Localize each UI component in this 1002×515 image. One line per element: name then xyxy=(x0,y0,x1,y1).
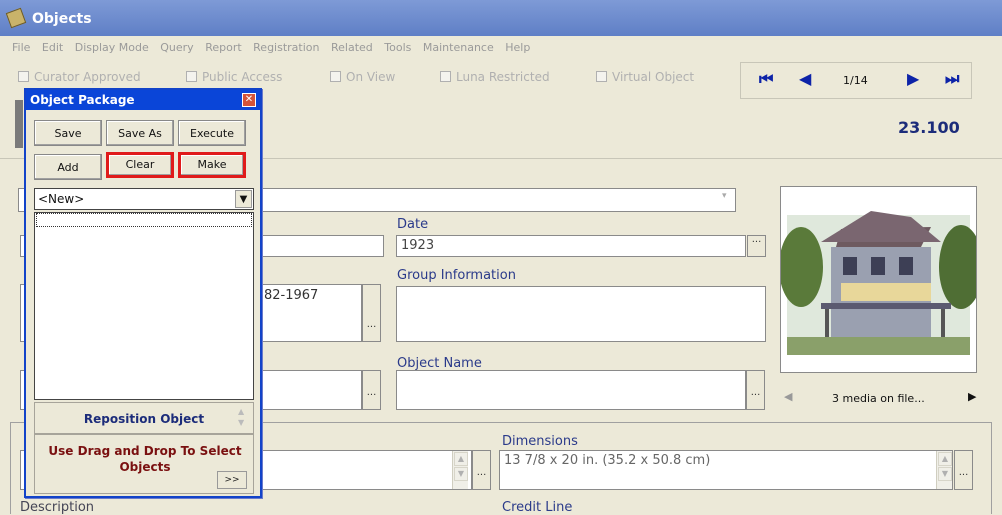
checkbox-label: Luna Restricted xyxy=(456,70,550,84)
object-number: 23.100 xyxy=(898,118,960,137)
record-counter: 1/14 xyxy=(843,74,868,87)
reposition-object-label: Reposition Object xyxy=(34,402,254,434)
menu-report[interactable]: Report xyxy=(205,41,241,54)
menu-display-mode[interactable]: Display Mode xyxy=(75,41,149,54)
group-info-label: Group Information xyxy=(397,268,516,283)
expand-button[interactable]: >> xyxy=(217,471,247,489)
chevron-down-icon[interactable]: ▼ xyxy=(235,190,252,208)
checkbox-label: Virtual Object xyxy=(612,70,695,84)
checkbox-luna-restricted[interactable]: Luna Restricted xyxy=(440,68,550,86)
first-record-icon[interactable]: ⏮ xyxy=(759,69,773,89)
type-more-button[interactable]: ... xyxy=(362,370,381,410)
menu-tools[interactable]: Tools xyxy=(384,41,411,54)
record-navigator: ⏮ ◀ 1/14 ▶ ⏭ xyxy=(740,62,972,99)
checkbox-label: Public Access xyxy=(202,70,283,84)
checkbox-box xyxy=(440,71,451,82)
dimensions-scrollbar[interactable]: ▲ ▼ xyxy=(936,451,952,489)
close-icon[interactable]: ✕ xyxy=(242,93,256,107)
make-button[interactable]: Make xyxy=(178,152,246,178)
date-label: Date xyxy=(397,217,429,232)
checkbox-public-access[interactable]: Public Access xyxy=(186,68,282,86)
checkbox-box xyxy=(186,71,197,82)
side-marker xyxy=(15,100,23,148)
date-more-button[interactable]: ... xyxy=(747,234,766,257)
menu-maintenance[interactable]: Maintenance xyxy=(423,41,494,54)
prev-record-icon[interactable]: ◀ xyxy=(799,69,811,88)
window-title: Objects xyxy=(0,0,1002,36)
medium-scrollbar[interactable]: ▲ ▼ xyxy=(452,451,468,489)
credit-line-label: Credit Line xyxy=(502,500,573,515)
medium-more-button[interactable]: ... xyxy=(472,450,491,490)
execute-button[interactable]: Execute xyxy=(178,120,246,146)
house-painting xyxy=(779,187,983,372)
menu-bar: File Edit Display Mode Query Report Regi… xyxy=(0,36,1002,59)
package-object-list[interactable] xyxy=(34,212,254,400)
media-nav: ◀ 3 media on file... ▶ xyxy=(780,390,980,408)
title-dropdown-icon[interactable]: ▾ xyxy=(722,191,734,209)
checkbox-box xyxy=(596,71,607,82)
constituent-more-button[interactable]: ... xyxy=(362,284,381,342)
dialog-title: Object Package xyxy=(26,90,260,110)
media-count: 3 media on file... xyxy=(832,392,925,405)
prev-media-icon[interactable]: ◀ xyxy=(784,390,792,403)
dropdown-value: <New> xyxy=(38,192,85,206)
checkbox-label: On View xyxy=(346,70,396,84)
drag-drop-panel: Use Drag and Drop To Select Objects >> xyxy=(34,434,254,494)
reposition-spinner[interactable]: ▲ ▼ xyxy=(238,406,252,430)
menu-help[interactable]: Help xyxy=(505,41,530,54)
object-image[interactable] xyxy=(779,186,983,373)
save-as-button[interactable]: Save As xyxy=(106,120,174,146)
constituent-value: 82-1967 xyxy=(264,288,319,303)
group-info-field[interactable] xyxy=(396,286,766,342)
next-record-icon[interactable]: ▶ xyxy=(907,69,919,88)
object-name-field[interactable] xyxy=(396,370,746,410)
menu-edit[interactable]: Edit xyxy=(42,41,63,54)
menu-registration[interactable]: Registration xyxy=(253,41,319,54)
dimensions-more-button[interactable]: ... xyxy=(954,450,973,490)
menu-file[interactable]: File xyxy=(12,41,30,54)
add-button[interactable]: Add xyxy=(34,154,102,180)
checkbox-box xyxy=(330,71,341,82)
checkbox-box xyxy=(18,71,29,82)
dimensions-label: Dimensions xyxy=(502,434,578,449)
clear-button[interactable]: Clear xyxy=(106,152,174,178)
menu-related[interactable]: Related xyxy=(331,41,373,54)
checkbox-virtual-object[interactable]: Virtual Object xyxy=(596,68,694,86)
checkbox-curator-approved[interactable]: Curator Approved xyxy=(18,68,141,86)
last-record-icon[interactable]: ⏭ xyxy=(945,69,959,89)
menu-query[interactable]: Query xyxy=(160,41,193,54)
save-button[interactable]: Save xyxy=(34,120,102,146)
checkbox-on-view[interactable]: On View xyxy=(330,68,395,86)
dimensions-field[interactable]: 13 7/8 x 20 in. (35.2 x 50.8 cm) xyxy=(499,450,953,490)
object-package-dialog: Object Package ✕ Save Save As Execute Ad… xyxy=(24,88,262,498)
next-media-icon[interactable]: ▶ xyxy=(968,390,976,403)
date-field[interactable]: 1923 xyxy=(396,235,746,257)
list-item[interactable] xyxy=(36,213,252,227)
object-name-label: Object Name xyxy=(397,356,482,371)
object-name-more-button[interactable]: ... xyxy=(746,370,765,410)
description-label: Description xyxy=(20,500,95,515)
checkbox-label: Curator Approved xyxy=(34,70,141,84)
package-dropdown[interactable]: <New> ▼ xyxy=(34,188,254,210)
